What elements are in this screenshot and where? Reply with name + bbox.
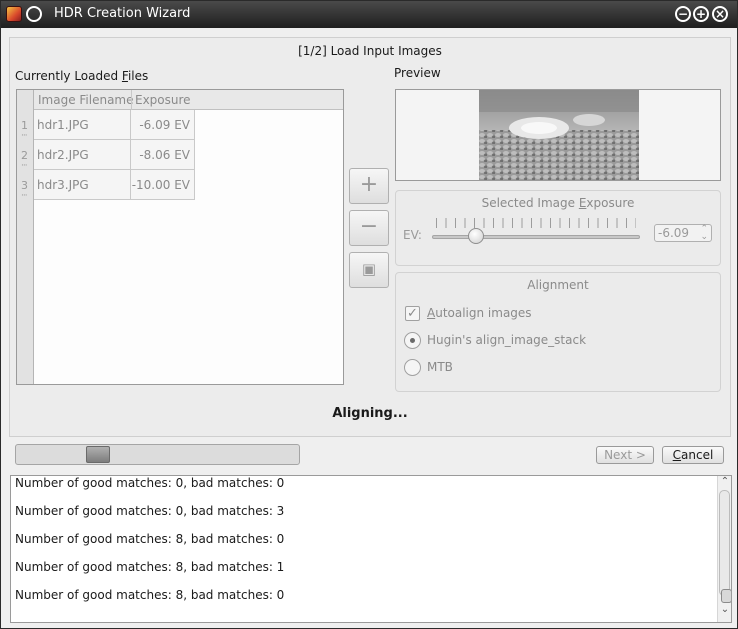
column-header-filename[interactable]: Image Filename bbox=[38, 93, 134, 107]
filename-cell[interactable]: hdr2.JPG bbox=[34, 140, 131, 170]
files-label: Currently Loaded Files bbox=[15, 69, 149, 83]
remove-image-button[interactable]: − bbox=[349, 210, 389, 246]
preview-label: Preview bbox=[394, 66, 441, 80]
radio-label-align-image-stack: Hugin's align_image_stack bbox=[427, 333, 587, 347]
log-line: Number of good matches: 0, bad matches: … bbox=[15, 504, 285, 518]
scroll-track[interactable] bbox=[719, 490, 731, 603]
exposure-group-title: Selected Image Exposure bbox=[481, 196, 635, 210]
table-header: Image Filename Exposure bbox=[34, 90, 343, 110]
exposure-cell[interactable]: -8.06 EV bbox=[131, 140, 195, 170]
status-text: Aligning... bbox=[332, 406, 408, 421]
ev-spinbox[interactable]: -6.09 ⌃ ⌄ bbox=[654, 224, 712, 242]
autoalign-label: Autoalign images bbox=[427, 306, 532, 320]
spin-arrows-icon[interactable]: ⌃ ⌄ bbox=[700, 225, 708, 242]
minimize-button[interactable]: − bbox=[675, 6, 691, 22]
scroll-thumb[interactable] bbox=[721, 589, 731, 603]
preview-image bbox=[479, 90, 639, 180]
window-title: HDR Creation Wizard bbox=[54, 6, 191, 21]
autoalign-checkbox[interactable]: ✓ bbox=[405, 306, 420, 321]
radio-mtb[interactable] bbox=[404, 359, 421, 376]
scroll-down-icon[interactable]: ⌄ bbox=[719, 604, 731, 615]
table-row[interactable]: 2 ··· hdr2.JPG -8.06 EV bbox=[17, 140, 343, 171]
filename-cell[interactable]: hdr3.JPG bbox=[34, 170, 131, 200]
progress-indicator bbox=[86, 446, 110, 463]
log-line: Number of good matches: 8, bad matches: … bbox=[15, 560, 285, 574]
preview-image-button[interactable]: ▣ bbox=[349, 252, 389, 288]
step-title: [1/2] Load Input Images bbox=[298, 44, 442, 58]
progress-bar bbox=[15, 444, 300, 465]
scroll-up-icon[interactable]: ⌃ bbox=[719, 476, 731, 487]
log-output[interactable]: Number of good matches: 0, bad matches: … bbox=[10, 475, 732, 623]
radio-align-image-stack[interactable] bbox=[404, 332, 421, 349]
preview-panel bbox=[395, 89, 721, 181]
radio-label-mtb: MTB bbox=[427, 360, 453, 374]
alignment-group-title: Alignment bbox=[527, 278, 589, 292]
slider-ticks bbox=[436, 218, 636, 228]
log-line: Number of good matches: 0, bad matches: … bbox=[15, 476, 285, 490]
exposure-slider-handle[interactable] bbox=[468, 228, 484, 244]
log-scrollbar[interactable]: ⌃ ⌄ bbox=[717, 476, 731, 622]
exposure-slider[interactable] bbox=[432, 235, 640, 239]
maximize-button[interactable]: + bbox=[693, 6, 709, 22]
cancel-button[interactable]: Cancel bbox=[662, 446, 724, 464]
exposure-cell[interactable]: -6.09 EV bbox=[131, 110, 195, 140]
log-line: Number of good matches: 8, bad matches: … bbox=[15, 588, 285, 602]
next-button[interactable]: Next > bbox=[596, 446, 654, 464]
ev-value: -6.09 bbox=[658, 226, 690, 240]
table-row[interactable]: 3 ··· hdr3.JPG -10.00 EV bbox=[17, 170, 343, 201]
log-line: Number of good matches: 8, bad matches: … bbox=[15, 532, 285, 546]
app-icon bbox=[6, 6, 22, 22]
row-dots: ··· bbox=[21, 191, 28, 201]
filename-cell[interactable]: hdr1.JPG bbox=[34, 110, 131, 140]
exposure-group: Selected Image Exposure EV: -6.09 ⌃ ⌄ bbox=[395, 190, 721, 266]
hdr-wizard-window: HDR Creation Wizard − + × [1/2] Load Inp… bbox=[0, 0, 738, 629]
title-bar[interactable]: HDR Creation Wizard − + × bbox=[1, 1, 737, 28]
wizard-page: [1/2] Load Input Images Currently Loaded… bbox=[9, 37, 731, 437]
exposure-cell[interactable]: -10.00 EV bbox=[131, 170, 195, 200]
files-table[interactable]: Image Filename Exposure 1 ··· hdr1.JPG -… bbox=[16, 89, 344, 385]
ev-label: EV: bbox=[403, 228, 422, 242]
alignment-group: Alignment ✓ Autoalign images Hugin's ali… bbox=[395, 272, 721, 392]
add-image-button[interactable]: + bbox=[349, 168, 389, 204]
window-menu-icon[interactable] bbox=[26, 6, 42, 22]
close-button[interactable]: × bbox=[712, 6, 728, 22]
table-row[interactable]: 1 ··· hdr1.JPG -6.09 EV bbox=[17, 110, 343, 141]
column-header-exposure[interactable]: Exposure bbox=[135, 93, 191, 107]
